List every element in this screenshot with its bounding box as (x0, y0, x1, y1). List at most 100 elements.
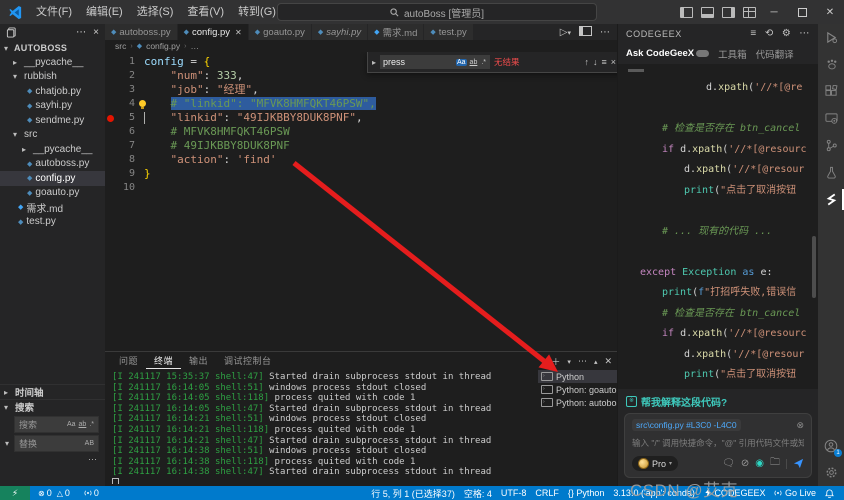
run-python-icon[interactable]: ▷▾ (560, 27, 571, 38)
settings-icon[interactable]: ⚙ (782, 28, 792, 39)
panel-tab-输出[interactable]: 输出 (181, 353, 216, 369)
editor-tab-config.py[interactable]: ◆config.py✕ (178, 24, 249, 40)
more-actions-icon[interactable]: ⋯ (578, 356, 587, 367)
match-case-icon[interactable]: Aa (67, 421, 76, 428)
tree-item[interactable]: ▾src (0, 128, 105, 143)
testing-flask-icon[interactable] (818, 159, 844, 186)
terminal-instance[interactable]: ›Python (538, 370, 618, 383)
find-input[interactable]: press Aa ab .* (380, 55, 490, 69)
match-case-icon[interactable]: Aa (456, 59, 467, 66)
sidebar-replace-input[interactable]: ▾ 替换 AB (14, 435, 99, 452)
regex-icon[interactable]: .* (480, 59, 487, 66)
sidebar-search-input[interactable]: 搜索 Aa ab .* (14, 416, 99, 433)
breakpoint-margin[interactable] (105, 153, 115, 167)
breakpoint-margin[interactable] (105, 111, 115, 125)
breakpoint-margin[interactable] (105, 83, 115, 97)
split-editor-icon[interactable] (579, 26, 592, 39)
remote-indicator[interactable]: ⚡ (0, 486, 30, 500)
menu-item-1[interactable]: 编辑(E) (79, 0, 130, 24)
command-center[interactable]: autoBoss [管理员] (277, 3, 597, 21)
tree-item[interactable]: ▾rubbish (0, 70, 105, 85)
breakpoint-margin[interactable] (105, 69, 115, 83)
editor-tab-goauto.py[interactable]: ◆goauto.py (249, 24, 312, 40)
extensions-icon[interactable] (818, 78, 844, 105)
more-actions-icon[interactable]: ⋯ (799, 28, 810, 39)
breakpoint-margin[interactable] (105, 125, 115, 139)
whole-word-icon[interactable]: ab (469, 59, 479, 66)
close-find-icon[interactable]: × (611, 57, 616, 67)
restore-button[interactable] (788, 0, 816, 24)
encoding[interactable]: UTF-8 (501, 488, 527, 498)
context-chip[interactable]: src\config.py #L3C0 -L4C0 (632, 419, 741, 431)
terminal-instance[interactable]: ›Python: goauto (538, 383, 618, 396)
workspace-root[interactable]: ▾ AUTOBOSS (0, 41, 105, 55)
breadcrumb-symbol[interactable]: … (190, 41, 199, 51)
lightbulb-icon[interactable] (139, 100, 146, 107)
code-editor[interactable]: 1config = {2 "num": 333,3 "job": "经理",4 … (105, 52, 618, 351)
problems-indicator[interactable]: ⊗0 △0 (38, 488, 70, 498)
breakpoint-margin[interactable] (105, 55, 115, 69)
terminal-output[interactable]: [I 241117 15:35:37 shell:47] Started dra… (112, 372, 536, 484)
language-mode[interactable]: {} Python (568, 488, 605, 498)
find-previous-icon[interactable]: ↑ (584, 57, 589, 67)
timeline-section[interactable]: ▸ 时间轴 (0, 384, 105, 399)
search-section[interactable]: ▾ 搜索 (0, 399, 105, 414)
docker-paw-icon[interactable] (818, 51, 844, 78)
tree-item[interactable]: ◆test.py (0, 215, 105, 230)
panel-tab-调试控制台[interactable]: 调试控制台 (216, 353, 280, 369)
regex-icon[interactable]: .* (89, 421, 94, 428)
bell-icon[interactable] (825, 489, 834, 498)
close-panel-icon[interactable]: ✕ (604, 356, 612, 367)
tree-item[interactable]: ▸__pycache__ (0, 142, 105, 157)
cursor-position[interactable]: 行 5, 列 1 (已选择37) (371, 487, 455, 500)
codegeex-tab-Ask CodeGeeX[interactable]: Ask CodeGeeX (626, 48, 709, 59)
find-collapse-icon[interactable]: ▸ (372, 58, 376, 67)
whole-word-icon[interactable]: ab (79, 421, 87, 428)
tree-item[interactable]: ◆sendme.py (0, 113, 105, 128)
tree-item[interactable]: ◆chatjob.py (0, 84, 105, 99)
search-details-icon[interactable]: ··· (0, 454, 105, 464)
close-sidebar-icon[interactable]: × (93, 27, 99, 38)
indent-setting[interactable]: 空格: 4 (464, 487, 492, 500)
model-selector[interactable]: Pro ▾ (632, 456, 678, 471)
tree-item[interactable]: ◆需求.md (0, 200, 105, 215)
breakpoint-margin[interactable] (105, 97, 115, 111)
tree-item[interactable]: ◆sayhi.py (0, 99, 105, 114)
breadcrumb[interactable]: src › ◆ config.py › … (105, 40, 618, 52)
editor-tab-sayhi.py[interactable]: ◆sayhi.py (312, 24, 368, 40)
close-tab-icon[interactable]: ✕ (235, 28, 242, 37)
editor-tab-需求.md[interactable]: ◆需求.md (368, 24, 424, 40)
editor-tab-test.py[interactable]: ◆test.py (424, 24, 473, 40)
more-actions-icon[interactable]: ⋯ (76, 27, 86, 38)
codegeex-activity-icon[interactable] (818, 186, 844, 213)
terminal-dropdown-icon[interactable]: ▾ (567, 358, 571, 366)
terminal-instance[interactable]: ›Python: autoboss (538, 396, 618, 409)
breadcrumb-src[interactable]: src (115, 41, 126, 51)
web-search-icon[interactable]: ◉ (755, 458, 764, 469)
toggle-replace-icon[interactable]: ▾ (5, 439, 9, 448)
folder-icon[interactable]: 🗀 (770, 455, 780, 472)
panel-tab-问题[interactable]: 问题 (111, 353, 146, 369)
send-icon[interactable] (793, 458, 804, 469)
editor-tab-autoboss.py[interactable]: ◆autoboss.py (105, 24, 178, 40)
menu-item-2[interactable]: 选择(S) (130, 0, 181, 24)
new-terminal-icon[interactable]: ＋ (551, 355, 560, 368)
more-actions-icon[interactable]: ⋯ (600, 27, 610, 38)
source-control-graph-icon[interactable] (818, 132, 844, 159)
codegeex-tab-工具箱[interactable]: 工具箱 (718, 47, 747, 61)
toggle-secondary-sidebar-icon[interactable] (722, 7, 735, 18)
close-button[interactable]: ✕ (816, 0, 844, 24)
scrollbar-thumb[interactable] (812, 236, 816, 298)
tree-item[interactable]: ◆goauto.py (0, 186, 105, 201)
menu-item-3[interactable]: 查看(V) (180, 0, 231, 24)
breakpoint-margin[interactable] (105, 139, 115, 153)
eol-setting[interactable]: CRLF (535, 488, 559, 498)
chat-input-box[interactable]: src\config.py #L3C0 -L4C0 ⊗ 输入 "/" 调用快捷命… (624, 413, 812, 478)
maximize-panel-icon[interactable]: ▴ (594, 358, 598, 366)
manage-gear-icon[interactable] (818, 459, 844, 486)
tree-item[interactable]: ◆autoboss.py (0, 157, 105, 172)
run-debug-icon[interactable] (818, 24, 844, 51)
breakpoint-dot[interactable] (107, 115, 114, 122)
ports-indicator[interactable]: 0 (84, 488, 99, 498)
breadcrumb-file[interactable]: config.py (146, 41, 180, 51)
